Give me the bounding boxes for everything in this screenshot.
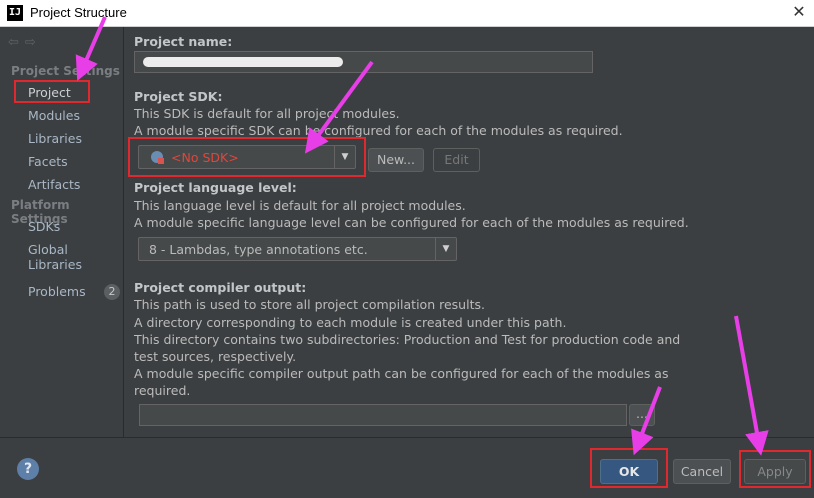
language-level-value: 8 - Lambdas, type annotations etc. [149,242,368,257]
language-description-2: A module specific language level can be … [134,215,689,230]
annotation-box-ok [590,448,668,488]
edit-sdk-button[interactable]: Edit [433,148,480,172]
annotation-box-project [14,80,90,103]
sidebar-item-global-libraries[interactable]: Global Libraries [28,242,123,272]
help-icon[interactable]: ? [17,458,39,480]
redacted-name-blur [143,57,343,67]
forward-arrow-icon[interactable]: ⇨ [25,35,36,50]
compiler-description-2: A directory corresponding to each module… [134,315,567,330]
compiler-description-5: A module specific compiler output path c… [134,366,669,381]
project-name-label: Project name: [134,34,233,49]
sidebar-item-facets[interactable]: Facets [28,154,68,169]
language-level-label: Project language level: [134,180,297,195]
project-settings-header: Project Settings [11,64,120,78]
language-description-1: This language level is default for all p… [134,198,466,213]
project-name-input[interactable] [134,51,593,73]
title-bar: IJ Project Structure ✕ [0,0,814,27]
close-icon[interactable]: ✕ [790,2,808,22]
language-level-select[interactable]: 8 - Lambdas, type annotations etc. ▼ [138,237,457,261]
new-sdk-button[interactable]: New... [368,148,424,172]
sidebar-item-libraries[interactable]: Libraries [28,131,82,146]
problems-count-badge: 2 [104,284,120,300]
intellij-logo-icon: IJ [7,5,23,21]
sdk-description-1: This SDK is default for all project modu… [134,106,400,121]
back-arrow-icon[interactable]: ⇦ [8,35,19,50]
dialog-footer: ? OK Cancel Apply [0,437,814,498]
sidebar-item-artifacts[interactable]: Artifacts [28,177,80,192]
sidebar-item-problems[interactable]: Problems [28,284,86,299]
compiler-description-4: test sources, respectively. [134,349,297,364]
compiler-output-input[interactable] [139,404,627,426]
sidebar-item-modules[interactable]: Modules [28,108,80,123]
compiler-output-label: Project compiler output: [134,280,307,295]
annotation-box-sdk [128,137,366,177]
annotation-box-apply [739,450,811,488]
window-title: Project Structure [30,5,127,20]
history-nav: ⇦ ⇨ [8,35,42,50]
sdk-description-2: A module specific SDK can be configured … [134,123,623,138]
compiler-description-6: required. [134,383,191,398]
chevron-down-icon: ▼ [435,238,456,260]
browse-button[interactable]: ... [629,404,655,426]
project-sdk-label: Project SDK: [134,89,223,104]
sidebar-item-sdks[interactable]: SDKs [28,219,60,234]
compiler-description-1: This path is used to store all project c… [134,297,485,312]
cancel-button[interactable]: Cancel [673,459,731,484]
compiler-description-3: This directory contains two subdirectori… [134,332,681,347]
project-settings-panel: Project name: Project SDK: This SDK is d… [124,27,814,437]
